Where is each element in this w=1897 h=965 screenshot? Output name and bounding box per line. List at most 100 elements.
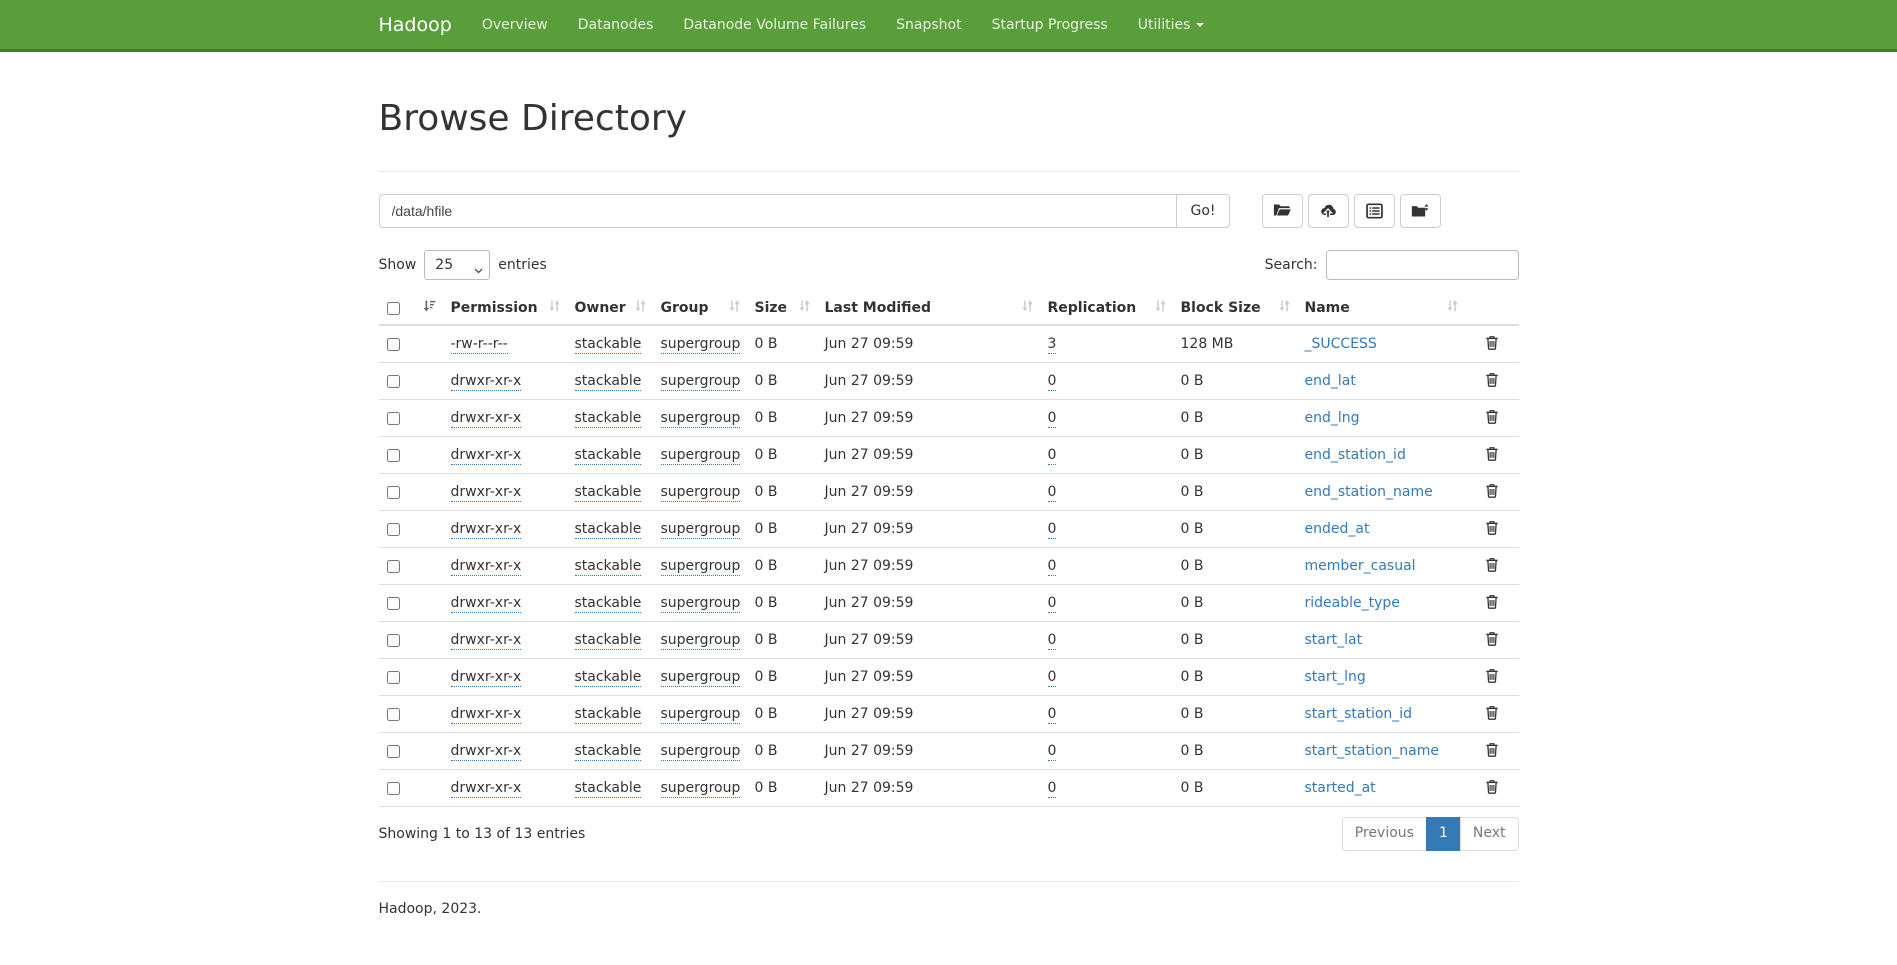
replication-value[interactable]: 0 bbox=[1048, 558, 1057, 576]
col-header-name[interactable]: Name bbox=[1297, 292, 1465, 325]
owner-value[interactable]: stackable bbox=[575, 336, 642, 354]
owner-value[interactable]: stackable bbox=[575, 484, 642, 502]
file-link[interactable]: end_station_id bbox=[1305, 447, 1406, 463]
replication-value[interactable]: 0 bbox=[1048, 373, 1057, 391]
permission-value[interactable]: drwxr-xr-x bbox=[451, 743, 522, 761]
file-link[interactable]: ended_at bbox=[1305, 521, 1370, 537]
file-link[interactable]: start_station_name bbox=[1305, 743, 1440, 759]
upload-files-button[interactable] bbox=[1308, 194, 1349, 228]
permission-value[interactable]: drwxr-xr-x bbox=[451, 706, 522, 724]
search-input[interactable] bbox=[1326, 250, 1519, 280]
owner-value[interactable]: stackable bbox=[575, 373, 642, 391]
file-link[interactable]: end_station_name bbox=[1305, 484, 1433, 500]
nav-startup-progress[interactable]: Startup Progress bbox=[977, 17, 1123, 33]
create-directory-button[interactable] bbox=[1262, 194, 1303, 228]
group-value[interactable]: supergroup bbox=[661, 743, 741, 761]
delete-button[interactable] bbox=[1485, 668, 1499, 686]
owner-value[interactable]: stackable bbox=[575, 706, 642, 724]
group-value[interactable]: supergroup bbox=[661, 595, 741, 613]
delete-button[interactable] bbox=[1485, 483, 1499, 501]
group-value[interactable]: supergroup bbox=[661, 410, 741, 428]
file-link[interactable]: member_casual bbox=[1305, 558, 1416, 574]
row-checkbox[interactable] bbox=[387, 412, 400, 425]
delete-button[interactable] bbox=[1485, 446, 1499, 464]
delete-button[interactable] bbox=[1485, 779, 1499, 797]
col-header-replication[interactable]: Replication bbox=[1040, 292, 1173, 325]
permission-value[interactable]: -rw-r--r-- bbox=[451, 336, 508, 354]
permission-value[interactable]: drwxr-xr-x bbox=[451, 558, 522, 576]
group-value[interactable]: supergroup bbox=[661, 669, 741, 687]
nav-datanode-volume-failures[interactable]: Datanode Volume Failures bbox=[668, 17, 881, 33]
row-checkbox[interactable] bbox=[387, 671, 400, 684]
row-checkbox[interactable] bbox=[387, 782, 400, 795]
owner-value[interactable]: stackable bbox=[575, 669, 642, 687]
nav-overview[interactable]: Overview bbox=[467, 17, 563, 33]
col-header-owner[interactable]: Owner bbox=[567, 292, 653, 325]
row-checkbox[interactable] bbox=[387, 745, 400, 758]
delete-button[interactable] bbox=[1485, 520, 1499, 538]
group-value[interactable]: supergroup bbox=[661, 336, 741, 354]
file-link[interactable]: start_lat bbox=[1305, 632, 1363, 648]
delete-button[interactable] bbox=[1485, 742, 1499, 760]
owner-value[interactable]: stackable bbox=[575, 595, 642, 613]
permission-value[interactable]: drwxr-xr-x bbox=[451, 595, 522, 613]
page-length-select[interactable]: 25 bbox=[424, 250, 490, 280]
row-checkbox[interactable] bbox=[387, 560, 400, 573]
brand-hadoop[interactable]: Hadoop bbox=[379, 14, 467, 36]
delete-button[interactable] bbox=[1485, 631, 1499, 649]
file-link[interactable]: _SUCCESS bbox=[1305, 336, 1377, 352]
permission-value[interactable]: drwxr-xr-x bbox=[451, 484, 522, 502]
replication-value[interactable]: 0 bbox=[1048, 410, 1057, 428]
file-link[interactable]: start_lng bbox=[1305, 669, 1366, 685]
col-header-select[interactable] bbox=[379, 292, 443, 325]
nav-snapshot[interactable]: Snapshot bbox=[881, 17, 976, 33]
replication-value[interactable]: 0 bbox=[1048, 521, 1057, 539]
move-button[interactable] bbox=[1400, 194, 1441, 228]
owner-value[interactable]: stackable bbox=[575, 780, 642, 798]
file-link[interactable]: rideable_type bbox=[1305, 595, 1400, 611]
directory-path-input[interactable] bbox=[379, 194, 1177, 228]
permission-value[interactable]: drwxr-xr-x bbox=[451, 410, 522, 428]
delete-button[interactable] bbox=[1485, 705, 1499, 723]
permission-value[interactable]: drwxr-xr-x bbox=[451, 669, 522, 687]
col-header-permission[interactable]: Permission bbox=[443, 292, 567, 325]
owner-value[interactable]: stackable bbox=[575, 447, 642, 465]
list-button[interactable] bbox=[1354, 194, 1395, 228]
permission-value[interactable]: drwxr-xr-x bbox=[451, 780, 522, 798]
group-value[interactable]: supergroup bbox=[661, 447, 741, 465]
group-value[interactable]: supergroup bbox=[661, 484, 741, 502]
permission-value[interactable]: drwxr-xr-x bbox=[451, 373, 522, 391]
group-value[interactable]: supergroup bbox=[661, 706, 741, 724]
owner-value[interactable]: stackable bbox=[575, 410, 642, 428]
permission-value[interactable]: drwxr-xr-x bbox=[451, 521, 522, 539]
group-value[interactable]: supergroup bbox=[661, 780, 741, 798]
replication-value[interactable]: 0 bbox=[1048, 669, 1057, 687]
permission-value[interactable]: drwxr-xr-x bbox=[451, 632, 522, 650]
delete-button[interactable] bbox=[1485, 372, 1499, 390]
file-link[interactable]: start_station_id bbox=[1305, 706, 1413, 722]
permission-value[interactable]: drwxr-xr-x bbox=[451, 447, 522, 465]
nav-datanodes[interactable]: Datanodes bbox=[563, 17, 669, 33]
row-checkbox[interactable] bbox=[387, 708, 400, 721]
row-checkbox[interactable] bbox=[387, 486, 400, 499]
nav-utilities-dropdown[interactable]: Utilities bbox=[1123, 17, 1220, 33]
replication-value[interactable]: 0 bbox=[1048, 447, 1057, 465]
delete-button[interactable] bbox=[1485, 335, 1499, 353]
group-value[interactable]: supergroup bbox=[661, 373, 741, 391]
file-link[interactable]: end_lat bbox=[1305, 373, 1356, 389]
pagination-previous[interactable]: Previous bbox=[1342, 817, 1427, 851]
pagination-next[interactable]: Next bbox=[1460, 817, 1519, 851]
row-checkbox[interactable] bbox=[387, 449, 400, 462]
row-checkbox[interactable] bbox=[387, 597, 400, 610]
file-link[interactable]: end_lng bbox=[1305, 410, 1360, 426]
replication-value[interactable]: 0 bbox=[1048, 743, 1057, 761]
delete-button[interactable] bbox=[1485, 594, 1499, 612]
select-all-checkbox[interactable] bbox=[387, 302, 400, 315]
group-value[interactable]: supergroup bbox=[661, 558, 741, 576]
col-header-block-size[interactable]: Block Size bbox=[1173, 292, 1297, 325]
file-link[interactable]: started_at bbox=[1305, 780, 1376, 796]
row-checkbox[interactable] bbox=[387, 523, 400, 536]
row-checkbox[interactable] bbox=[387, 375, 400, 388]
replication-value[interactable]: 0 bbox=[1048, 706, 1057, 724]
row-checkbox[interactable] bbox=[387, 634, 400, 647]
